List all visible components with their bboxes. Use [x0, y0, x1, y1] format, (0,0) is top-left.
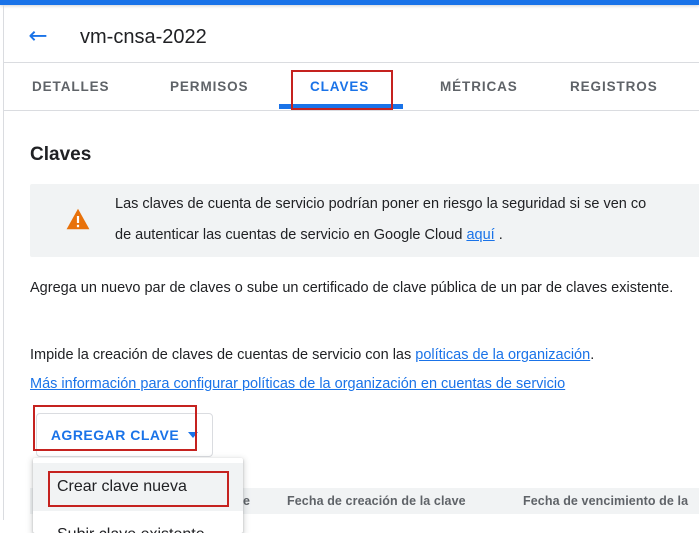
column-header-created: Fecha de creación de la clave — [287, 494, 466, 508]
org-policies-link[interactable]: políticas de la organización — [415, 347, 590, 363]
aqui-link[interactable]: aquí — [466, 227, 494, 243]
warning-line-1: Las claves de cuenta de servicio podrían… — [115, 196, 647, 212]
add-key-button-label: AGREGAR CLAVE — [50, 427, 180, 443]
header-divider — [4, 62, 699, 63]
caret-down-icon — [188, 432, 199, 438]
arrow-left-icon: ← — [28, 23, 48, 49]
column-header-expires: Fecha de vencimiento de la — [523, 494, 689, 508]
policy-paragraph-line2: Más información para configurar política… — [30, 374, 565, 394]
intro-paragraph: Agrega un nuevo par de claves o sube un … — [30, 280, 674, 296]
section-heading: Claves — [30, 144, 92, 165]
add-key-dropdown-menu: Crear clave nueva Subir clave existente — [33, 458, 243, 533]
warning-text: Las claves de cuenta de servicio podrían… — [115, 189, 646, 251]
tab-metricas[interactable]: MÉTRICAS — [440, 79, 518, 99]
policy-paragraph-line1: Impide la creación de claves de cuentas … — [30, 347, 595, 363]
tab-registros[interactable]: REGISTROS — [570, 79, 658, 99]
tab-claves[interactable]: CLAVES — [310, 79, 369, 99]
top-accent-bar — [0, 0, 699, 5]
tab-detalles[interactable]: DETALLES — [32, 79, 109, 99]
back-button[interactable]: ← — [22, 22, 54, 50]
warning-line-2: de autenticar las cuentas de servicio en… — [115, 227, 503, 243]
active-tab-underline — [279, 104, 403, 109]
menu-item-upload-key[interactable]: Subir clave existente — [33, 511, 243, 533]
page-title: vm-cnsa-2022 — [80, 26, 207, 48]
tab-permisos[interactable]: PERMISOS — [170, 79, 248, 99]
add-key-button[interactable]: AGREGAR CLAVE — [36, 413, 213, 457]
warning-triangle-icon — [66, 208, 90, 230]
menu-item-create-key[interactable]: Crear clave nueva — [33, 463, 243, 511]
tabbar-divider — [4, 110, 699, 111]
more-info-link[interactable]: Más información para configurar política… — [30, 376, 565, 392]
column-header-partial: e — [243, 494, 251, 508]
panel-left-border — [3, 5, 4, 520]
